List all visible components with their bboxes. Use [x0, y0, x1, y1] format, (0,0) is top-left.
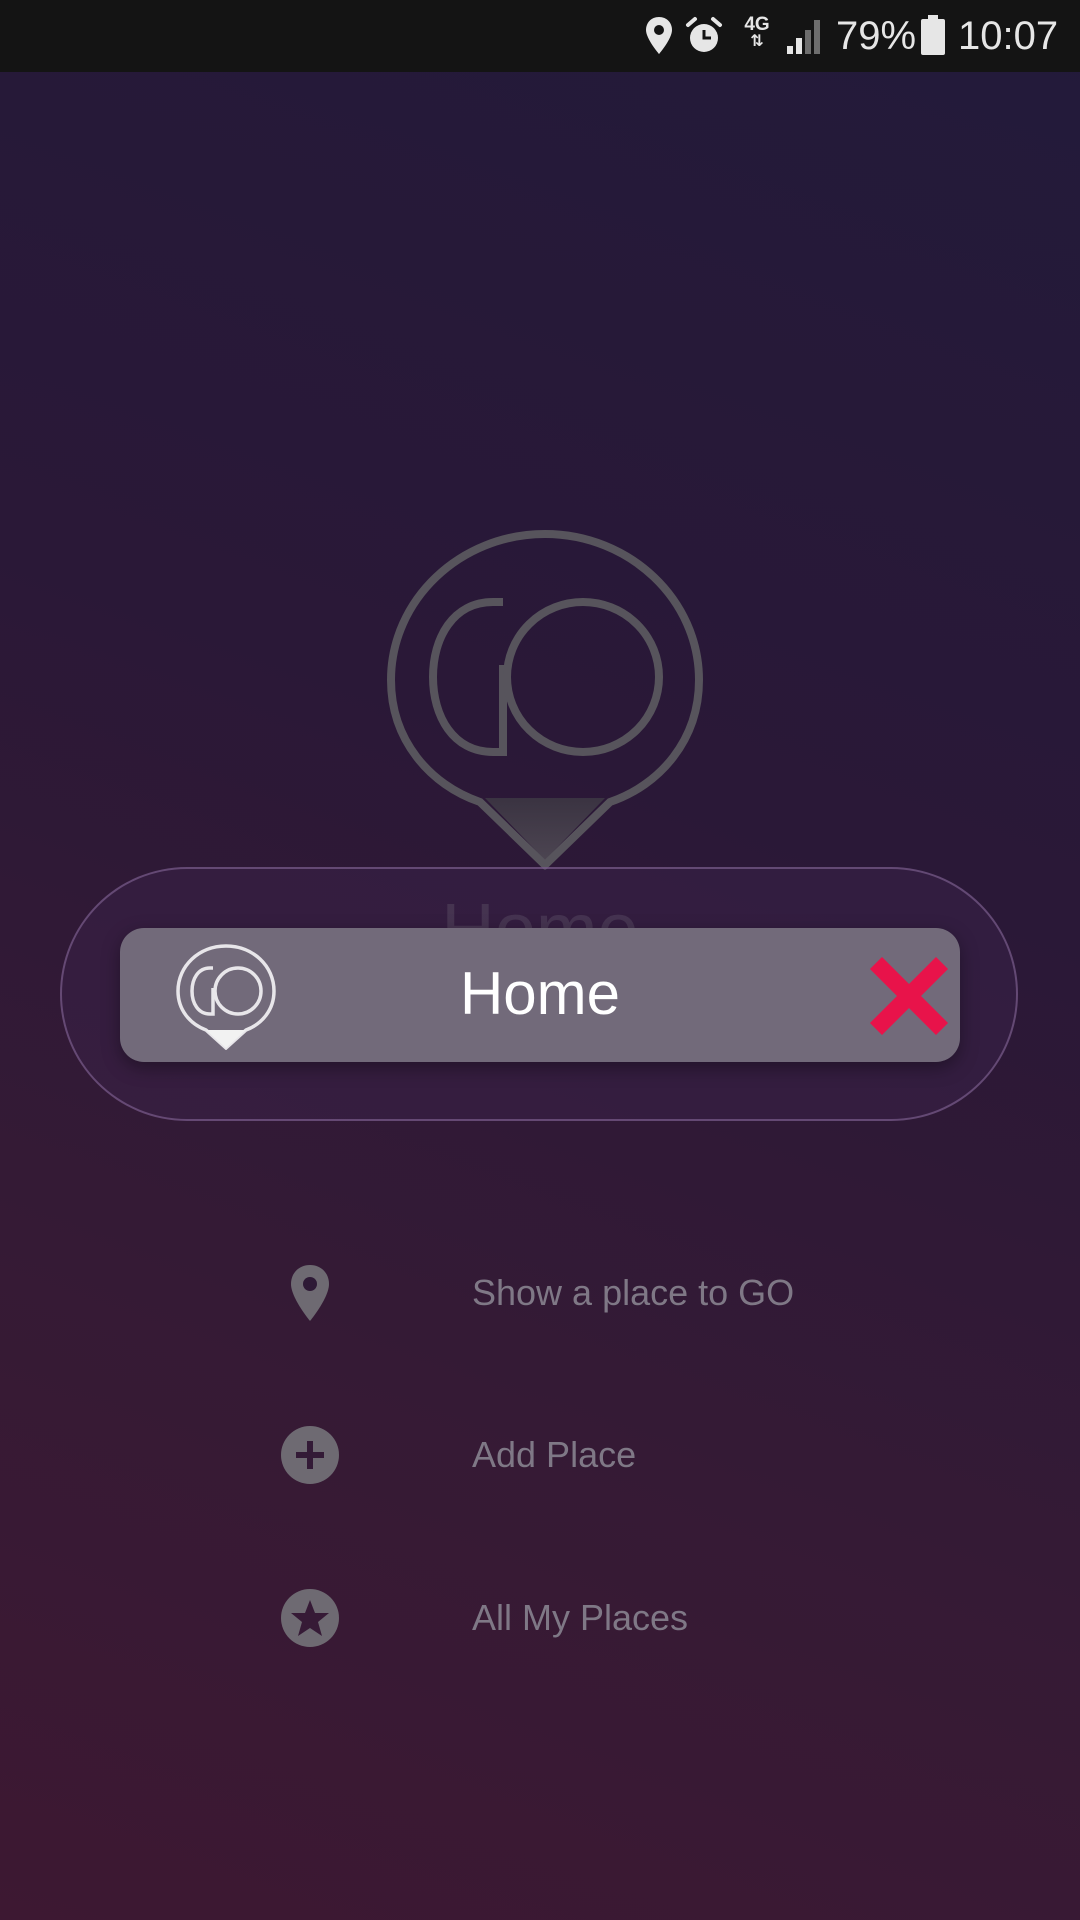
close-icon[interactable]: [868, 955, 950, 1037]
battery-percent: 79%: [836, 14, 917, 58]
place-tag[interactable]: Home: [120, 928, 960, 1062]
go-logo: [386, 530, 704, 870]
battery-icon: [921, 15, 945, 55]
network-type-label: 4G: [744, 14, 770, 35]
menu-item-all-places[interactable]: All My Places: [270, 1573, 870, 1663]
location-pin-icon: [291, 1265, 329, 1321]
place-tag-label: Home: [459, 960, 621, 1027]
location-icon: [646, 17, 672, 54]
status-bar: 4G ⇅ 79% 10:07: [0, 0, 1080, 72]
signal-icon: [787, 20, 820, 54]
alarm-icon: [686, 17, 722, 52]
network-4g-icon: 4G ⇅: [741, 14, 773, 50]
menu-item-show-place[interactable]: Show a place to GO: [270, 1248, 870, 1338]
star-circle-icon: [281, 1589, 339, 1647]
clock: 10:07: [958, 14, 1059, 58]
add-circle-icon: [281, 1426, 339, 1484]
menu-item-label: All My Places: [472, 1597, 689, 1638]
menu-item-label: Show a place to GO: [472, 1272, 795, 1313]
menu-item-add-place[interactable]: Add Place: [270, 1410, 870, 1500]
menu-item-label: Add Place: [472, 1434, 637, 1475]
